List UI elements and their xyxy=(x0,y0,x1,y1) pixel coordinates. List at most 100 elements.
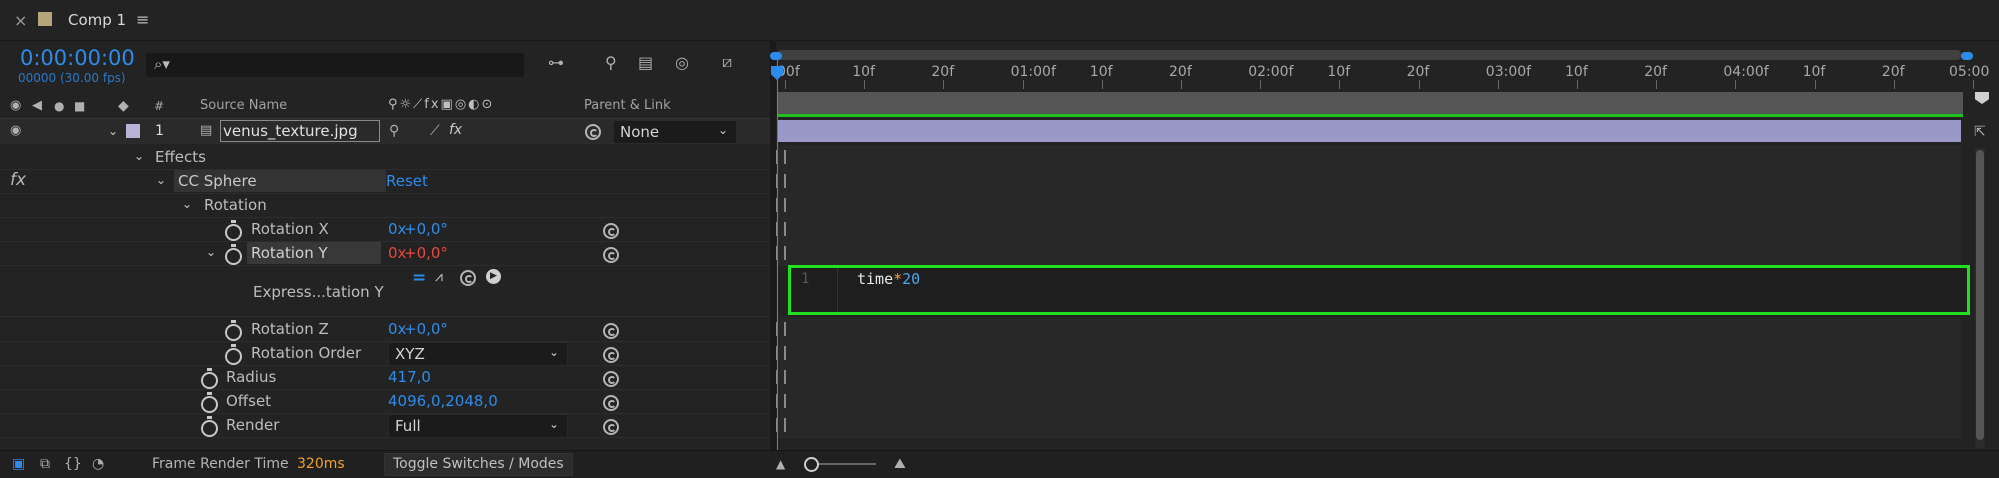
layer-duration-bar[interactable] xyxy=(777,120,1961,142)
pick-whip-icon[interactable] xyxy=(603,347,619,363)
effect-row[interactable]: fx ⌄ CC Sphere Reset xyxy=(0,169,770,194)
quality-switch-icon[interactable]: ⟋ xyxy=(430,123,440,139)
pick-whip-icon[interactable] xyxy=(603,323,619,339)
rotation-y-label[interactable]: Rotation Y xyxy=(251,244,328,262)
ruler-tick xyxy=(943,80,945,89)
vertical-scrollbar-thumb[interactable] xyxy=(1976,150,1984,440)
stopwatch-icon[interactable] xyxy=(225,344,242,365)
collapse-rotation-chevron-icon[interactable]: ⌄ xyxy=(182,197,192,211)
column-source-name[interactable]: Source Name xyxy=(200,98,287,113)
pick-whip-icon[interactable] xyxy=(603,223,619,239)
expression-row: = ⩘ ▶ Express...tation Y xyxy=(0,265,770,317)
audio-header-icon: ◀ xyxy=(32,98,42,113)
column-hash: # xyxy=(154,99,165,113)
ruler-tick-label: 05:00 xyxy=(1949,64,1990,80)
expression-pick-whip-icon[interactable] xyxy=(460,270,476,286)
layer-row[interactable]: ◉ ⌄ 1 ▤ venus_texture.jpg ⚲ ⟋ fx None ⌄ xyxy=(0,119,770,144)
reset-effect-link[interactable]: Reset xyxy=(386,172,428,190)
ruler-tick xyxy=(1497,80,1499,89)
label-tag-icon: ◆ xyxy=(118,98,129,114)
rotation-z-label: Rotation Z xyxy=(251,320,329,338)
expand-layer-chevron-icon[interactable]: ⌄ xyxy=(108,124,118,138)
frame-render-time-value: 320ms xyxy=(297,456,345,472)
rotation-order-dropdown[interactable]: XYZ ⌄ xyxy=(388,342,568,366)
expression-language-menu-icon[interactable]: ▶ xyxy=(486,269,501,284)
layer-switches-pane-icon[interactable]: ▣ xyxy=(12,456,25,472)
stopwatch-icon[interactable] xyxy=(201,416,218,437)
stopwatch-icon[interactable] xyxy=(201,392,218,413)
footage-file-icon: ▤ xyxy=(200,123,213,138)
status-footer: ▣ ⧉ {} ◔ Frame Render Time 320ms Toggle … xyxy=(0,450,1999,478)
lock-header-icon: ■ xyxy=(74,99,86,113)
time-ruler[interactable]: 00f 10f 20f 01:00f 10f 20f 02:00f 10f 20f 03:00f 1… xyxy=(0,0,1999,95)
ruler-tick-label: 02:00f xyxy=(1248,64,1294,80)
collapse-effect-chevron-icon[interactable]: ⌄ xyxy=(156,173,166,187)
pick-whip-icon[interactable] xyxy=(585,124,601,140)
expression-code[interactable]: time*20 xyxy=(857,270,920,288)
in-out-pane-icon[interactable]: {} xyxy=(64,456,82,472)
rotation-y-row[interactable]: ⌄ Rotation Y 0x +0,0° xyxy=(0,241,770,266)
effects-switch-icon[interactable]: fx xyxy=(449,122,462,138)
shy-switch-icon[interactable]: ⚲ xyxy=(389,123,399,139)
work-area-bar[interactable] xyxy=(777,92,1963,114)
layer-name-field[interactable]: venus_texture.jpg xyxy=(220,120,380,142)
zoom-slider-thumb[interactable] xyxy=(804,457,819,472)
expression-line-number: 1 xyxy=(801,271,810,287)
stopwatch-icon[interactable] xyxy=(201,368,218,389)
render-row[interactable]: Render Full ⌄ xyxy=(0,413,770,438)
rotation-x-row[interactable]: Rotation X 0x +0,0° xyxy=(0,217,770,242)
transfer-controls-pane-icon[interactable]: ⧉ xyxy=(40,456,50,472)
parent-dropdown-value: None xyxy=(620,123,660,141)
pick-whip-icon[interactable] xyxy=(603,247,619,263)
ruler-tick xyxy=(1339,80,1341,89)
pick-whip-icon[interactable] xyxy=(603,395,619,411)
collapse-effects-chevron-icon[interactable]: ⌄ xyxy=(134,149,144,163)
column-parent-link[interactable]: Parent & Link xyxy=(584,98,671,113)
expression-editor[interactable]: 1 time*20 xyxy=(788,265,1970,315)
zoom-in-icon[interactable]: ⛰ xyxy=(894,456,906,472)
ruler-tick xyxy=(1022,80,1024,89)
pick-whip-icon[interactable] xyxy=(603,419,619,435)
offset-value[interactable]: 4096,0,2048,0 xyxy=(388,392,498,410)
expression-code-var: time xyxy=(857,270,894,288)
effects-group-row[interactable]: ⌄ Effects xyxy=(0,145,770,170)
layer-label-color[interactable] xyxy=(126,124,140,138)
ruler-tick xyxy=(1814,80,1816,89)
rotation-x-degrees[interactable]: +0,0° xyxy=(404,220,448,238)
stopwatch-icon[interactable] xyxy=(225,320,242,341)
rotation-z-row[interactable]: Rotation Z 0x +0,0° xyxy=(0,317,770,342)
panel-divider[interactable] xyxy=(770,40,776,450)
collapse-rotation-y-chevron-icon[interactable]: ⌄ xyxy=(206,245,216,259)
stopwatch-icon[interactable] xyxy=(225,244,242,265)
rotation-order-row[interactable]: Rotation Order XYZ ⌄ xyxy=(0,341,770,366)
comp-button-icon[interactable]: ⇱ xyxy=(1974,124,1986,140)
render-time-pane-icon[interactable]: ◔ xyxy=(92,456,104,472)
zoom-out-icon[interactable]: ▲ xyxy=(776,456,785,472)
stopwatch-icon[interactable] xyxy=(225,220,242,241)
timeline-track-render xyxy=(777,413,1961,438)
ruler-tick xyxy=(1893,80,1895,89)
offset-row[interactable]: Offset 4096,0,2048,0 xyxy=(0,389,770,414)
expression-graph-icon[interactable]: ⩘ xyxy=(435,269,443,285)
chevron-down-icon: ⌄ xyxy=(548,345,559,359)
parent-dropdown[interactable]: None ⌄ xyxy=(613,120,737,144)
ruler-tick-label: 20f xyxy=(1406,64,1430,80)
ruler-tick xyxy=(1101,80,1103,89)
effect-name[interactable]: CC Sphere xyxy=(174,170,386,192)
pick-whip-icon[interactable] xyxy=(603,371,619,387)
rotation-z-degrees[interactable]: +0,0° xyxy=(404,320,448,338)
radius-value[interactable]: 417,0 xyxy=(388,368,431,386)
ruler-tick xyxy=(1181,80,1182,89)
fx-icon[interactable]: fx xyxy=(10,170,26,190)
expression-label: Express...tation Y xyxy=(253,283,384,301)
comp-marker-bin-icon[interactable] xyxy=(1975,92,1989,104)
radius-row[interactable]: Radius 417,0 xyxy=(0,365,770,390)
rotation-y-degrees[interactable]: +0,0° xyxy=(404,244,448,262)
enable-expression-icon[interactable]: = xyxy=(412,268,426,288)
expression-code-number: 20 xyxy=(902,270,921,288)
toggle-switches-modes-button[interactable]: Toggle Switches / Modes xyxy=(384,453,573,476)
timeline-track-effect xyxy=(777,169,1961,194)
render-dropdown[interactable]: Full ⌄ xyxy=(388,414,568,438)
visibility-eye-icon[interactable]: ◉ xyxy=(10,123,21,139)
rotation-group-row[interactable]: ⌄ Rotation xyxy=(0,193,770,218)
